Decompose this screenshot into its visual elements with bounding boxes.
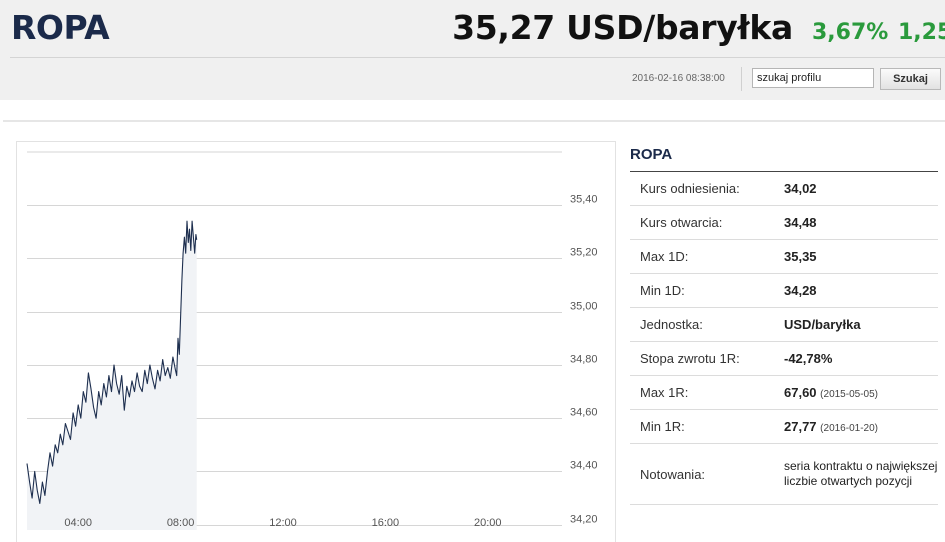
toolbar-separator: [741, 67, 742, 91]
info-row-value: 34,28: [784, 283, 817, 298]
info-row-label: Stopa zwrotu 1R:: [630, 341, 784, 376]
info-row: Stopa zwrotu 1R: -42,78%: [630, 341, 938, 376]
search-button[interactable]: Szukaj: [880, 68, 941, 90]
info-row: Min 1D: 34,28: [630, 273, 938, 308]
info-table: Kurs odniesienia: 34,02 Kurs otwarcia: 34,4…: [630, 172, 938, 505]
price-area: [27, 221, 197, 530]
info-row-value: 27,77: [784, 419, 817, 434]
info-row-label: Max 1D:: [630, 239, 784, 274]
info-row-label: Kurs otwarcia:: [630, 205, 784, 240]
info-row-value: 35,35: [784, 249, 817, 264]
info-row-value-cell: 35,35: [784, 239, 938, 274]
info-row-value-cell: 67,60 (2015-05-05): [784, 375, 938, 410]
info-row-value-cell: 34,28: [784, 273, 938, 308]
quote-timestamp: 2016-02-16 08:38:00: [632, 73, 725, 84]
info-row: Max 1D: 35,35: [630, 239, 938, 274]
info-row: Notowania: seria kontraktu o największej …: [630, 443, 938, 505]
info-row-value-cell: -42,78%: [784, 341, 938, 376]
y-tick-label: 35,20: [570, 247, 598, 259]
info-row-value-cell: 34,48: [784, 205, 938, 240]
info-row-label: Notowania:: [630, 443, 784, 505]
info-row: Jednostka: USD/baryłka: [630, 307, 938, 342]
info-row: Kurs otwarcia: 34,48: [630, 205, 938, 240]
x-tick-label: 12:00: [269, 517, 297, 529]
price-chart-svg: 35,40 35,20 35,00 34,80 34,60 34,40 34,20 04:00…: [26, 151, 598, 530]
x-tick-label: 08:00: [167, 517, 195, 529]
info-row-value: USD/baryłka: [784, 317, 861, 332]
header-bar: ROPA 35,27 USD/baryłka 3,67% 1,25 2016-0…: [0, 0, 945, 100]
price-chart: 35,40 35,20 35,00 34,80 34,60 34,40 34,20 04:00…: [16, 141, 616, 542]
info-row-value: 34,02: [784, 181, 817, 196]
info-row: Kurs odniesienia: 34,02: [630, 172, 938, 206]
x-tick-label: 20:00: [474, 517, 502, 529]
info-row-label: Min 1D:: [630, 273, 784, 308]
x-tick-label: 04:00: [64, 517, 92, 529]
info-row-value-cell: 27,77 (2016-01-20): [784, 409, 938, 444]
header-divider: [10, 57, 945, 58]
y-tick-label: 35,00: [570, 301, 598, 313]
info-row-label: Jednostka:: [630, 307, 784, 342]
info-row: Max 1R: 67,60 (2015-05-05): [630, 375, 938, 410]
info-row-label: Min 1R:: [630, 409, 784, 444]
info-row-value: 67,60: [784, 385, 817, 400]
change-absolute: 1,25: [898, 20, 945, 45]
info-row-date: (2015-05-05): [820, 389, 878, 400]
info-row-value-cell: seria kontraktu o największej liczbie ot…: [784, 443, 938, 505]
y-tick-label: 34,60: [570, 407, 598, 419]
x-tick-label: 16:00: [372, 517, 400, 529]
y-tick-label: 35,40: [570, 194, 598, 206]
info-row-value-cell: USD/baryłka: [784, 307, 938, 342]
y-tick-label: 34,40: [570, 460, 598, 472]
info-row-value: -42,78%: [784, 351, 833, 366]
info-row-label: Max 1R:: [630, 375, 784, 410]
page-title: ROPA: [11, 8, 110, 47]
change-percent: 3,67%: [812, 20, 889, 45]
y-tick-label: 34,20: [570, 514, 598, 526]
info-row-value-cell: 34,02: [784, 172, 938, 206]
info-title: ROPA: [630, 146, 673, 163]
instrument-info: ROPA Kurs odniesienia: 34,02 Kurs otwarcia…: [630, 146, 938, 505]
info-row-value: seria kontraktu o największej liczbie ot…: [784, 459, 938, 488]
info-row-label: Kurs odniesienia:: [630, 172, 784, 206]
info-row: Min 1R: 27,77 (2016-01-20): [630, 409, 938, 444]
y-tick-label: 34,80: [570, 354, 598, 366]
price-value: 35,27 USD/baryłka: [452, 8, 793, 47]
info-row-value: 34,48: [784, 215, 817, 230]
info-row-date: (2016-01-20): [820, 423, 878, 434]
profile-search-input[interactable]: [752, 68, 874, 88]
